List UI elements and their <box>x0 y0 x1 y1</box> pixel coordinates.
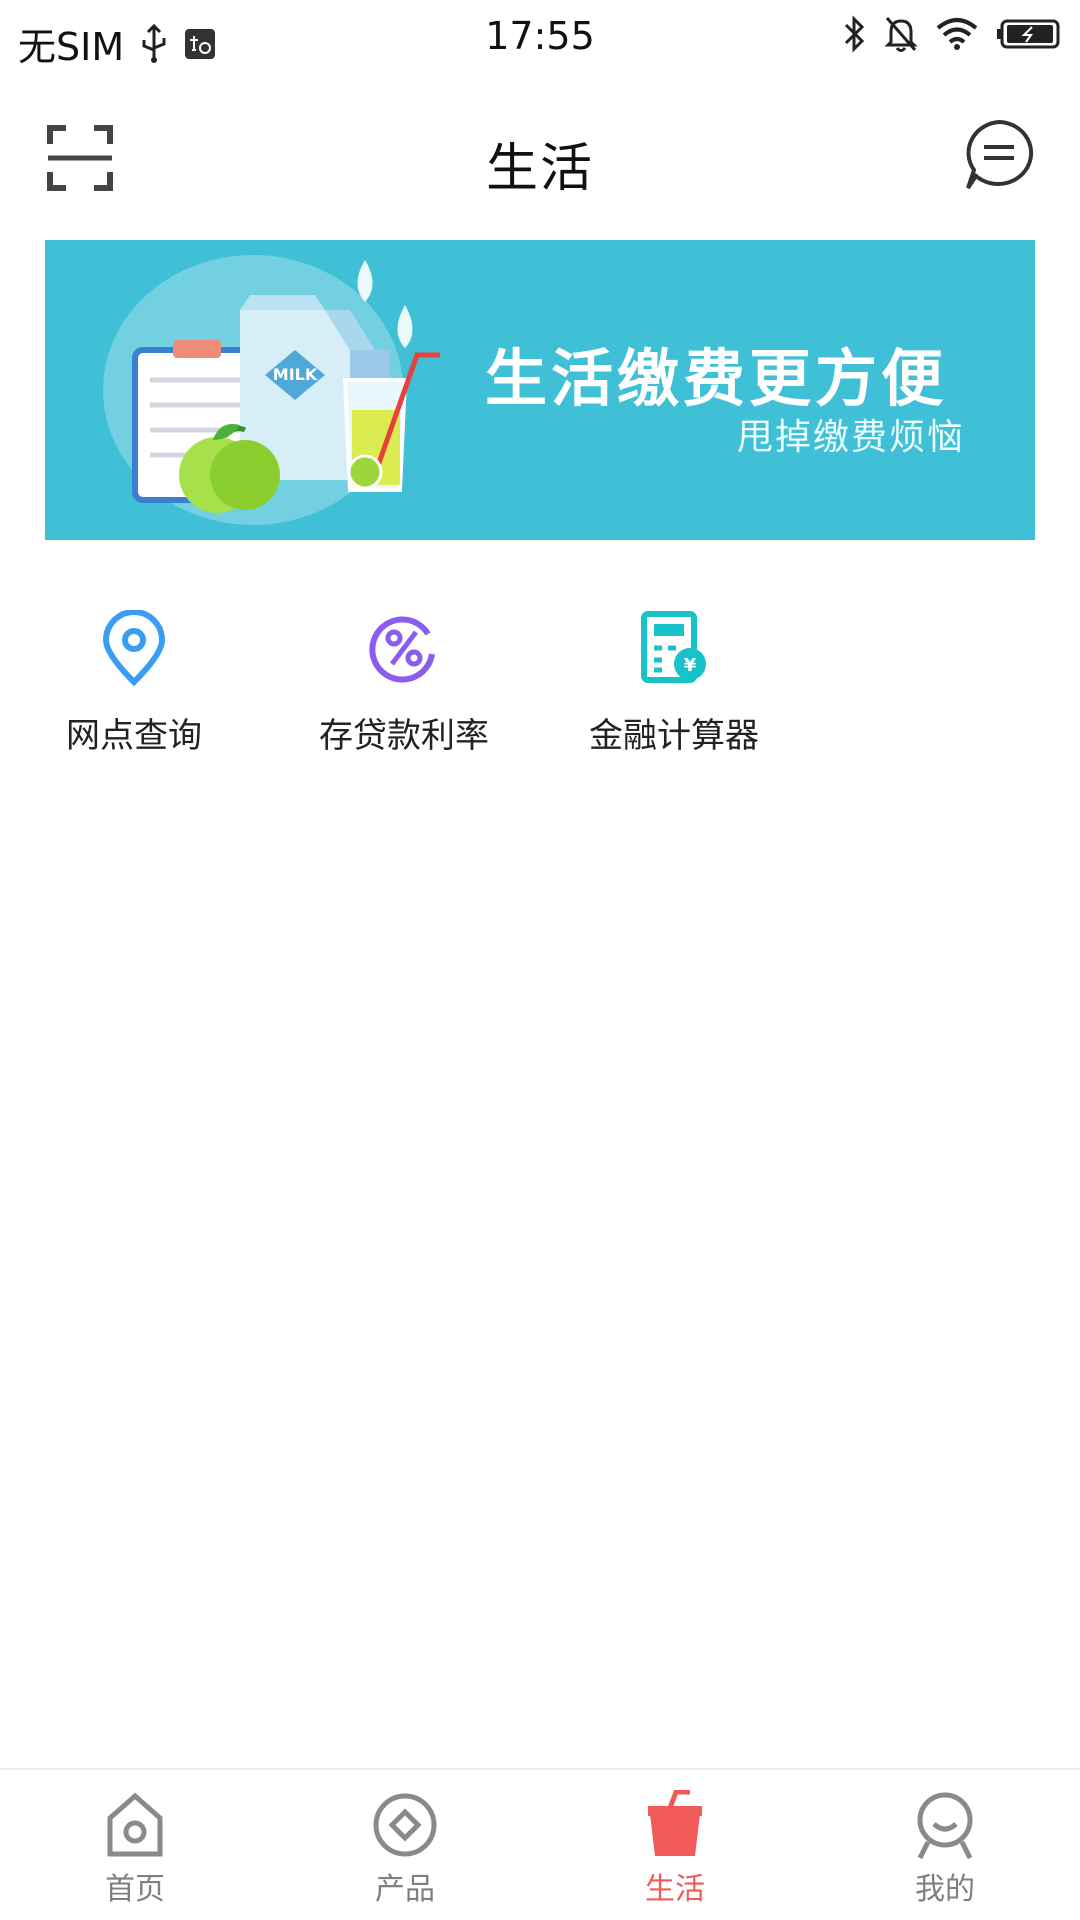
banner-title: 生活缴费更方便 <box>485 342 948 415</box>
user-icon <box>917 1792 973 1860</box>
service-label: 网点查询 <box>66 716 202 756</box>
status-right <box>842 14 1062 54</box>
location-pin-icon <box>102 610 166 686</box>
tab-life[interactable]: 生活 <box>575 1790 775 1908</box>
message-button[interactable] <box>962 118 1036 192</box>
milk-label: MILK <box>273 365 318 384</box>
service-label: 金融计算器 <box>589 716 759 756</box>
percent-icon <box>369 616 435 683</box>
wifi-icon <box>936 18 978 50</box>
cup-icon <box>648 1790 702 1856</box>
service-branch-search[interactable]: 网点查询 <box>4 610 264 780</box>
svg-text:¥: ¥ <box>684 655 697 676</box>
tab-label: 生活 <box>645 1872 705 1907</box>
banner-illustration: MILK <box>103 255 440 525</box>
product-icon <box>373 1793 437 1857</box>
service-label: 存贷款利率 <box>319 716 489 756</box>
home-icon <box>107 1792 163 1857</box>
service-calculator[interactable]: ¥ 金融计算器 <box>544 610 804 780</box>
page-title: 生活 <box>485 139 594 199</box>
tab-label: 首页 <box>105 1872 165 1907</box>
tab-products[interactable]: 产品 <box>305 1790 505 1908</box>
promo-banner[interactable]: MILK 生活缴费更方便 甩掉缴费烦恼 <box>45 240 1035 540</box>
bottom-tab-bar: 首页 产品 生活 我的 <box>0 1768 1080 1920</box>
tab-label: 我的 <box>915 1872 975 1907</box>
tab-home[interactable]: 首页 <box>35 1790 235 1908</box>
status-bar: 无SIM 17:55 <box>0 0 1080 76</box>
bell-muted-icon <box>884 17 918 52</box>
tab-mine[interactable]: 我的 <box>845 1790 1045 1908</box>
calculator-icon: ¥ <box>641 611 706 683</box>
message-icon <box>966 119 1034 190</box>
banner-subtitle: 甩掉缴费烦恼 <box>736 417 965 458</box>
screen: 无SIM 17:55 生活 MILK 生活缴费更方便 甩掉缴费烦恼 网点查询 存… <box>0 0 1080 1920</box>
service-grid: 网点查询 存贷款利率 ¥ 金融计算器 <box>0 610 1080 780</box>
bluetooth-icon <box>844 15 865 53</box>
header: 生活 <box>0 96 1080 216</box>
service-interest-rates[interactable]: 存贷款利率 <box>274 610 534 780</box>
battery-icon <box>997 19 1060 49</box>
tab-label: 产品 <box>375 1872 435 1907</box>
